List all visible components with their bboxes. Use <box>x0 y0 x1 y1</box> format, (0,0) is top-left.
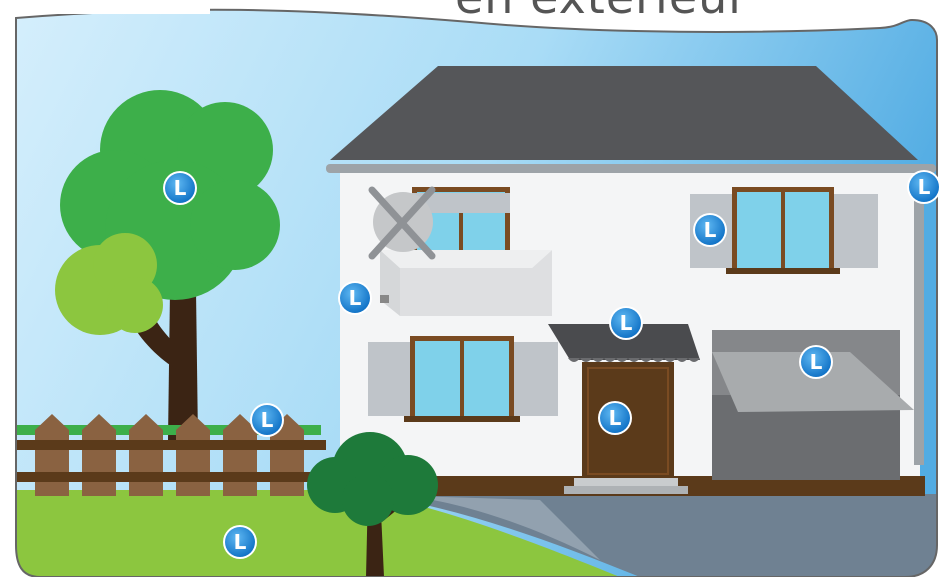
hotspot-shutters[interactable]: L <box>693 213 727 247</box>
hotspot-fence[interactable]: L <box>250 403 284 437</box>
hotspot-glyph: L <box>349 286 362 310</box>
hotspot-glyph: L <box>918 175 931 199</box>
hotspot-glyph: L <box>234 530 247 554</box>
hotspot-door[interactable]: L <box>598 401 632 435</box>
hotspot-glyph: L <box>609 406 622 430</box>
gutter <box>326 164 936 173</box>
hotspot-glyph: L <box>174 176 187 200</box>
shutter-right-lower <box>512 342 558 416</box>
wall-lamp <box>380 295 389 303</box>
hotspot-glyph: L <box>261 408 274 432</box>
hotspot-door-canopy[interactable]: L <box>609 306 643 340</box>
hotspot-glyph: L <box>810 350 823 374</box>
downspout <box>914 170 924 465</box>
hotspot-tree[interactable]: L <box>163 171 197 205</box>
shutter-left-lower <box>368 342 414 416</box>
satellite-dish-crossed <box>368 186 436 260</box>
hotspot-outdoor-light[interactable]: L <box>338 281 372 315</box>
page-title: en extérieur <box>455 0 748 24</box>
door-step-top <box>574 478 678 486</box>
hotspot-garage-door[interactable]: L <box>799 345 833 379</box>
hotspot-glyph: L <box>704 218 717 242</box>
door-step-bottom <box>564 486 688 494</box>
shutter-right-upper <box>832 194 878 268</box>
hotspot-lawn[interactable]: L <box>223 525 257 559</box>
house-exterior-scene: L L L L L L L L L <box>0 0 939 577</box>
hotspot-glyph: L <box>620 311 633 335</box>
